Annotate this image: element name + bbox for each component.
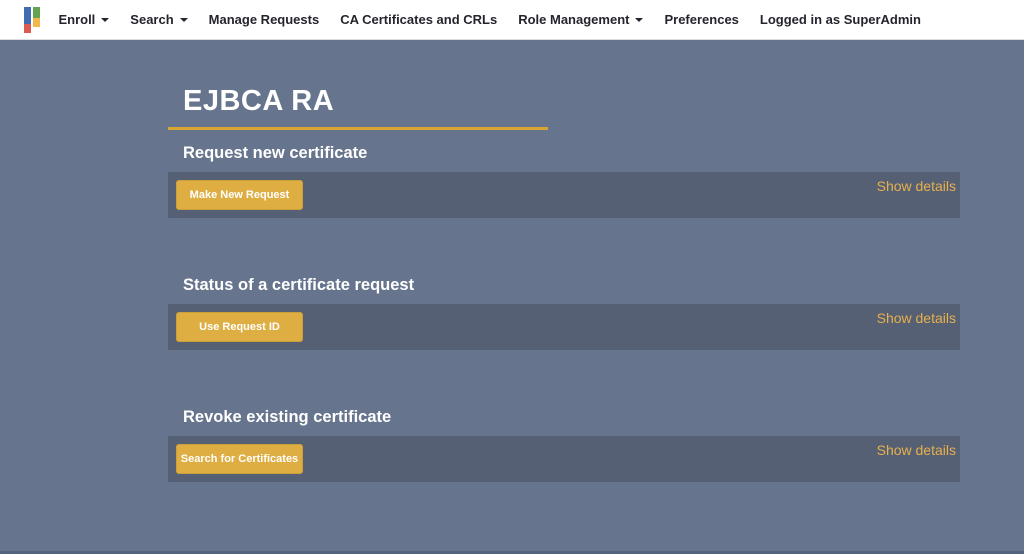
section-request-new-certificate: Request new certificate Make New Request… [168,144,1024,218]
search-for-certificates-button[interactable]: Search for Certificates [176,444,303,474]
section-heading: Status of a certificate request [183,276,1024,295]
top-navbar: Enroll Search Manage Requests CA Certifi… [0,0,1024,40]
request-new-certificate-panel: Make New Request Show details [168,172,960,218]
title-underline [168,127,548,130]
nav-item-search[interactable]: Search [130,0,187,40]
nav-item-ca-certificates-and-crls[interactable]: CA Certificates and CRLs [340,0,497,40]
section-heading: Revoke existing certificate [183,408,1024,427]
show-details-link[interactable]: Show details [877,310,956,326]
logo-bar-right [33,7,40,27]
revoke-certificate-panel: Search for Certificates Show details [168,436,960,482]
use-request-id-button[interactable]: Use Request ID [176,312,303,342]
page-title: EJBCA RA [183,86,1024,116]
nav-item-enroll[interactable]: Enroll [58,0,109,40]
show-details-link[interactable]: Show details [877,442,956,458]
make-new-request-button[interactable]: Make New Request [176,180,303,210]
nav-item-role-management[interactable]: Role Management [518,0,643,40]
certificate-request-status-panel: Use Request ID Show details [168,304,960,350]
nav-item-manage-requests[interactable]: Manage Requests [209,0,320,40]
main-content: EJBCA RA Request new certificate Make Ne… [0,40,1024,482]
chevron-down-icon [101,18,109,22]
ejbca-logo-icon [24,7,40,33]
section-heading: Request new certificate [183,144,1024,163]
show-details-link[interactable]: Show details [877,178,956,194]
section-revoke-existing-certificate: Revoke existing certificate Search for C… [168,408,1024,482]
logo-bar-left [24,7,31,33]
nav-menu: Enroll Search Manage Requests CA Certifi… [58,0,1024,40]
chevron-down-icon [180,18,188,22]
nav-item-preferences[interactable]: Preferences [664,0,738,40]
section-status-of-certificate-request: Status of a certificate request Use Requ… [168,276,1024,350]
chevron-down-icon [635,18,643,22]
nav-item-logged-in-as[interactable]: Logged in as SuperAdmin [760,0,921,40]
